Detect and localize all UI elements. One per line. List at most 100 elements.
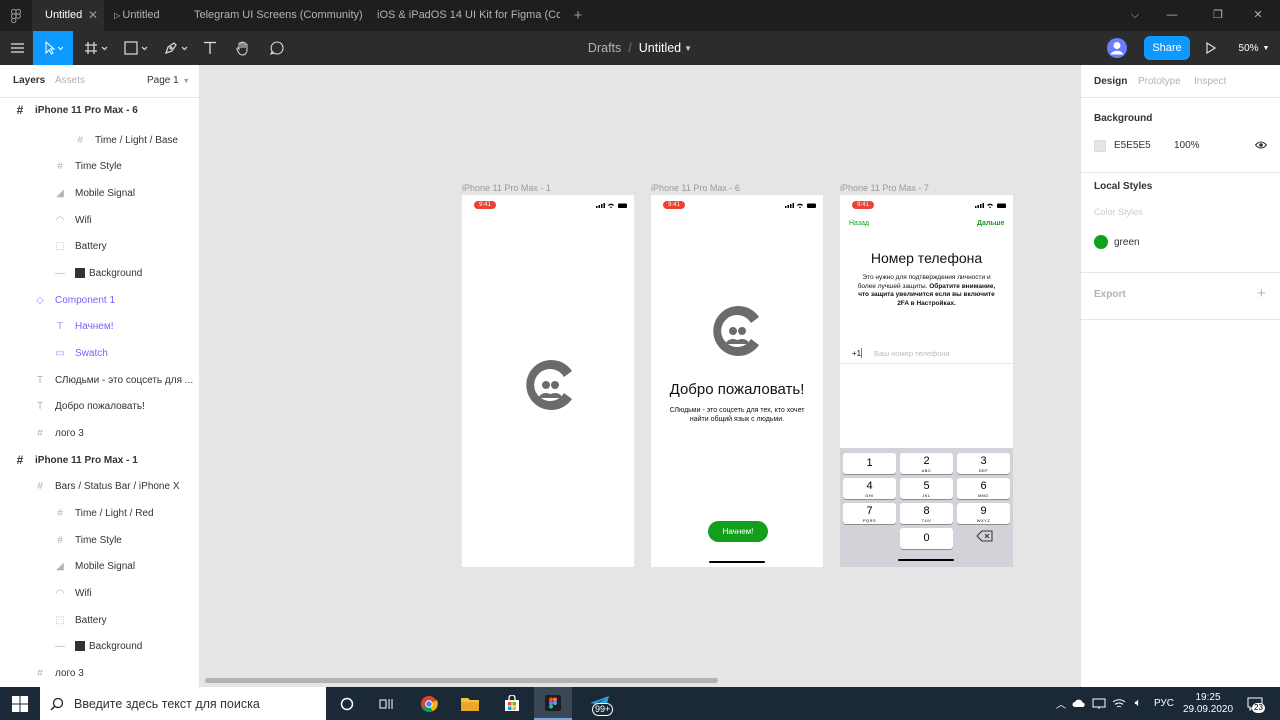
layer-row[interactable]: ◠ Wifi: [0, 207, 199, 233]
store-icon[interactable]: [498, 687, 526, 720]
tab-assets[interactable]: Assets: [55, 75, 85, 86]
wifi-icon[interactable]: [1110, 687, 1128, 720]
chevron-down-icon[interactable]: ⌵: [1124, 0, 1146, 31]
network-icon[interactable]: [1090, 687, 1108, 720]
move-tool-button[interactable]: [33, 31, 73, 65]
layer-row[interactable]: ◢ Mobile Signal: [0, 180, 199, 206]
tab-telegram-ui[interactable]: Telegram UI Screens (Community): [184, 0, 368, 31]
minimize-icon[interactable]: —: [1160, 0, 1184, 31]
style-name[interactable]: green: [1114, 237, 1140, 248]
task-view-icon[interactable]: [374, 687, 400, 720]
layer-row[interactable]: T Добро пожаловать!: [0, 393, 199, 419]
keypad-key[interactable]: 7 PQRS: [843, 503, 896, 524]
phone-input[interactable]: Ваш номер телефона: [874, 349, 950, 358]
frame-tool-button[interactable]: [78, 31, 114, 65]
restore-icon[interactable]: ❐: [1206, 0, 1230, 31]
background-opacity[interactable]: 100%: [1174, 140, 1200, 151]
frame-iphone-6[interactable]: 9:41 Добро пожаловать! СЛюдьми - это соц…: [651, 195, 823, 567]
keypad-key[interactable]: 2 ABC: [900, 453, 953, 474]
page-selector[interactable]: Page 1 ▼: [147, 75, 190, 86]
keypad-key[interactable]: 0: [900, 528, 953, 549]
tab-layers[interactable]: Layers: [13, 75, 45, 86]
text-tool-button[interactable]: [198, 31, 222, 65]
avatar[interactable]: [1104, 31, 1130, 65]
back-link[interactable]: Назад: [849, 220, 869, 227]
layer-row[interactable]: # Time / Light / Base: [0, 127, 199, 153]
background-hex[interactable]: E5E5E5: [1114, 140, 1151, 151]
keypad-key[interactable]: 3 DEF: [957, 453, 1010, 474]
figma-menu-icon[interactable]: [0, 0, 32, 31]
telegram-icon[interactable]: 99+: [580, 687, 620, 720]
layer-row[interactable]: # Time Style: [0, 527, 199, 553]
tab-design[interactable]: Design: [1094, 76, 1127, 87]
eye-icon[interactable]: [1254, 139, 1268, 154]
keypad-key[interactable]: 6 MNO: [957, 478, 1010, 499]
figma-taskbar-icon[interactable]: [534, 687, 572, 720]
keypad-key[interactable]: 8 TUV: [900, 503, 953, 524]
layer-row[interactable]: ◢ Mobile Signal: [0, 553, 199, 579]
tab-untitled-active[interactable]: Untitled ✕: [32, 0, 104, 31]
layer-row[interactable]: # лого 3: [0, 660, 199, 686]
notifications-icon[interactable]: 23: [1240, 687, 1270, 720]
start-button[interactable]: Начнем!: [708, 521, 768, 542]
canvas[interactable]: iPhone 11 Pro Max - 1 9:41 iPhone 11 Pro…: [200, 65, 1080, 687]
add-export-icon[interactable]: +: [1257, 285, 1266, 302]
frame-label[interactable]: iPhone 11 Pro Max - 1: [462, 183, 551, 193]
present-play-icon[interactable]: [1200, 31, 1222, 65]
new-tab-icon[interactable]: +: [566, 0, 590, 31]
next-link[interactable]: Дальше: [977, 220, 1004, 227]
layer-row[interactable]: — Background: [0, 633, 199, 659]
frame-label[interactable]: iPhone 11 Pro Max - 7: [840, 183, 929, 193]
keypad-key[interactable]: 4 GHI: [843, 478, 896, 499]
layer-row[interactable]: — Background: [0, 260, 199, 286]
layer-row[interactable]: ◇ Component 1: [0, 287, 199, 313]
file-name[interactable]: Untitled: [639, 41, 681, 55]
windows-start-icon[interactable]: [0, 687, 40, 720]
frame-label[interactable]: iPhone 11 Pro Max - 6: [651, 183, 740, 193]
layer-row[interactable]: T Начнем!: [0, 313, 199, 339]
hamburger-menu-icon[interactable]: [4, 31, 30, 65]
background-swatch[interactable]: [1094, 140, 1106, 152]
country-code[interactable]: +1: [852, 349, 861, 358]
chevron-down-icon[interactable]: ▼: [684, 44, 692, 53]
keypad-key[interactable]: 5 JKL: [900, 478, 953, 499]
layer-row[interactable]: # лого 3: [0, 420, 199, 446]
close-icon[interactable]: ✕: [88, 0, 98, 31]
chrome-icon[interactable]: [416, 687, 442, 720]
chevron-up-icon[interactable]: ︿: [1052, 687, 1070, 720]
layer-row[interactable]: # Time Style: [0, 153, 199, 179]
language-indicator[interactable]: РУС: [1150, 687, 1178, 720]
frame-iphone-1[interactable]: 9:41: [462, 195, 634, 567]
comment-tool-icon[interactable]: [264, 31, 290, 65]
cloud-icon[interactable]: [1070, 687, 1088, 720]
layer-row[interactable]: # iPhone 11 Pro Max - 1: [0, 447, 199, 473]
cortana-icon[interactable]: [334, 687, 360, 720]
layer-row[interactable]: ⬚ Battery: [0, 607, 199, 633]
layer-row[interactable]: ▭ Swatch: [0, 340, 199, 366]
layer-row[interactable]: ◠ Wifi: [0, 580, 199, 606]
backspace-icon[interactable]: [976, 530, 994, 542]
layer-row[interactable]: ⬚ Battery: [0, 233, 199, 259]
volume-icon[interactable]: 🔈︎: [1128, 687, 1148, 720]
close-window-icon[interactable]: ✕: [1246, 0, 1270, 31]
layer-row[interactable]: # iPhone 11 Pro Max - 6: [0, 97, 199, 123]
share-button[interactable]: Share: [1144, 36, 1190, 60]
frame-iphone-7[interactable]: 9:41 Назад Дальше Номер телефона Это нуж…: [840, 195, 1013, 567]
tab-untitled-prototype[interactable]: ▷ Untitled: [104, 0, 184, 31]
keypad-key[interactable]: 9 WXYZ: [957, 503, 1010, 524]
layer-row[interactable]: T СЛюдьми - это соцсеть для ...: [0, 367, 199, 393]
shape-tool-button[interactable]: [118, 31, 154, 65]
hand-tool-icon[interactable]: [230, 31, 256, 65]
horizontal-scrollbar[interactable]: [205, 678, 718, 683]
pen-tool-button[interactable]: [158, 31, 194, 65]
tab-ios-kit[interactable]: iOS & iPadOS 14 UI Kit for Figma (Co...: [368, 0, 560, 31]
taskbar-clock[interactable]: 19:25 29.09.2020: [1180, 687, 1236, 720]
layer-row[interactable]: # Bars / Status Bar / iPhone X: [0, 473, 199, 499]
zoom-level[interactable]: 50% ▼: [1232, 31, 1276, 65]
layer-row[interactable]: # Time / Light / Red: [0, 500, 199, 526]
green-style-swatch[interactable]: [1094, 235, 1108, 249]
tab-inspect[interactable]: Inspect: [1194, 76, 1226, 87]
keypad-key[interactable]: 1: [843, 453, 896, 474]
tab-prototype[interactable]: Prototype: [1138, 76, 1181, 87]
breadcrumb-drafts[interactable]: Drafts: [588, 41, 621, 55]
